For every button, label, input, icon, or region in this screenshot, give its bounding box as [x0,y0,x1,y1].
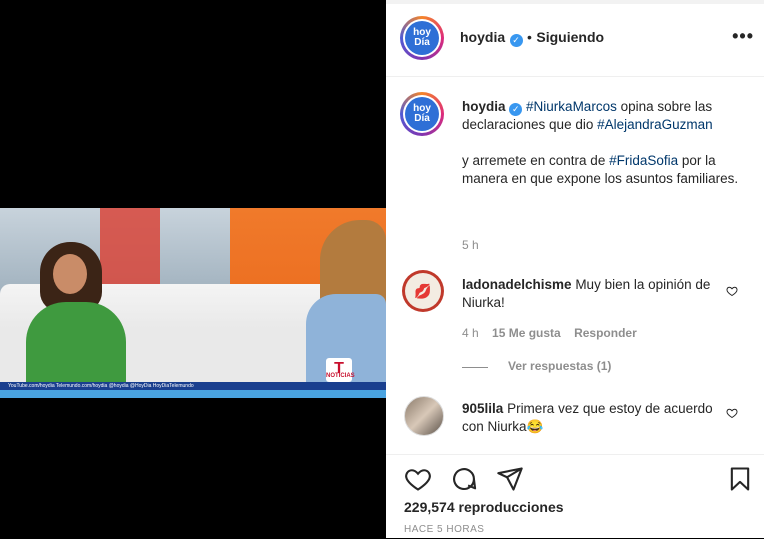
caption-text-2: y arremete en contra de [462,153,610,168]
hoydia-logo: hoy Día [405,21,439,55]
save-icon[interactable] [726,465,754,493]
hoydia-logo: hoy Día [405,97,439,131]
ticker-text: YouTube.com/hoydia Telemundo.com/hoydia … [8,383,194,389]
caption-username[interactable]: hoydia [462,99,506,114]
guest-figure [20,242,130,392]
like-icon[interactable] [404,465,432,493]
hashtag-alejandra[interactable]: #AlejandraGuzman [597,117,713,132]
replies-line [462,367,488,368]
view-replies-button[interactable]: Ver respuestas (1) [508,359,611,373]
like-comment-icon[interactable] [726,285,738,297]
comment-icon[interactable] [450,465,478,493]
comment-time: 4 h [462,326,479,340]
view-count[interactable]: 229,574 reproducciones [404,499,564,515]
reply-button[interactable]: Responder [574,326,637,340]
post-sidebar: hoy Día hoydia ✓ • Siguiendo ••• hoy Día… [386,0,764,538]
comment-username[interactable]: 905lila [462,401,503,416]
verified-icon: ✓ [509,103,523,116]
ticker-bar-lower [0,390,386,398]
comment-likes[interactable]: 15 Me gusta [492,326,561,340]
comment-meta: 4 h 15 Me gusta Responder [462,326,637,340]
comment: 905lila Primera vez que estoy de acuerdo… [462,400,716,436]
like-comment-icon[interactable] [726,407,738,419]
verified-icon: ✓ [509,34,523,47]
lips-icon: 💋 [414,282,432,299]
more-options-icon[interactable]: ••• [732,26,754,47]
comment-username[interactable]: ladonadelchisme [462,277,572,292]
comment-avatar[interactable] [404,396,444,436]
comment-avatar[interactable]: 💋 [402,270,444,312]
hashtag-frida[interactable]: #FridaSofia [609,153,678,168]
separator-dot: • [527,29,532,45]
post-header: hoy Día hoydia ✓ • Siguiendo ••• [386,0,764,77]
video-player[interactable]: YouTube.com/hoydia Telemundo.com/hoydia … [0,208,386,398]
network-logo: NOTICIAS [326,358,355,382]
video-panel: YouTube.com/hoydia Telemundo.com/hoydia … [0,0,386,538]
hashtag-niurka[interactable]: #NiurkaMarcos [526,99,617,114]
post-time: HACE 5 HORAS [404,524,485,535]
share-icon[interactable] [496,465,524,493]
caption: hoydia ✓ #NiurkaMarcos opina sobre las d… [462,98,752,188]
follow-status-button[interactable]: Siguiendo [536,29,604,45]
comment: ladonadelchisme Muy bien la opinión de N… [462,276,712,312]
avatar[interactable]: hoy Día [400,16,444,60]
caption-avatar[interactable]: hoy Día [400,92,444,136]
caption-time: 5 h [462,238,479,252]
header-username[interactable]: hoydia [460,29,505,45]
